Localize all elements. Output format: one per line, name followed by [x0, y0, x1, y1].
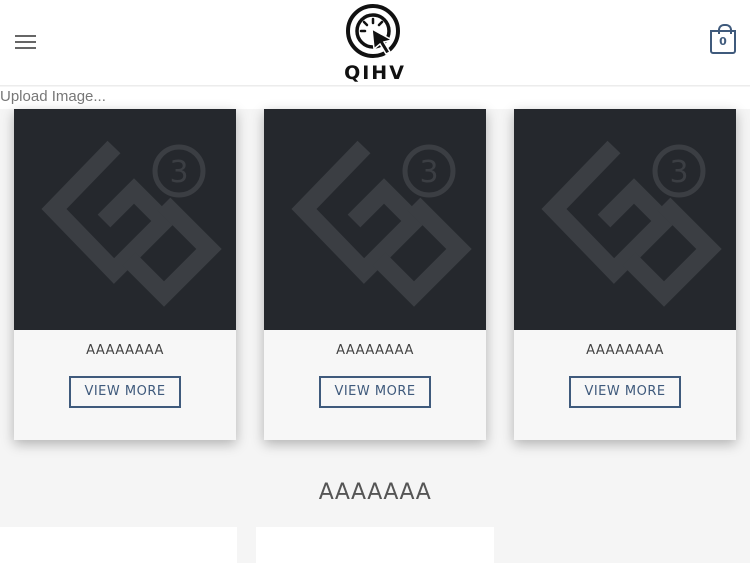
product-card: 3 AAAAAAAA VIEW MORE	[14, 109, 236, 440]
upload-image-label[interactable]: Upload Image...	[0, 87, 750, 109]
placeholder-logo-icon: 3	[541, 140, 722, 307]
placeholder-logo-icon: 3	[291, 140, 472, 307]
product-card: 3 AAAAAAAA VIEW MORE	[514, 109, 736, 440]
site-logo[interactable]: QIHV	[335, 2, 415, 84]
cart-button[interactable]: 0	[710, 24, 736, 54]
product-placeholder-image: 3	[264, 109, 486, 330]
logo-text: QIHV	[344, 62, 406, 84]
view-more-button[interactable]: VIEW MORE	[319, 376, 431, 408]
placeholder-logo-icon: 3	[41, 140, 222, 307]
menu-icon[interactable]	[15, 35, 36, 49]
view-more-button[interactable]: VIEW MORE	[69, 376, 181, 408]
product-placeholder-image: 3	[514, 109, 736, 330]
view-more-button[interactable]: VIEW MORE	[569, 376, 681, 408]
product-card: 3 AAAAAAAA VIEW MORE	[264, 109, 486, 440]
product-title: AAAAAAAA	[86, 343, 164, 358]
site-header: QIHV 0	[0, 0, 750, 86]
product-title: AAAAAAAA	[586, 343, 664, 358]
svg-text:3: 3	[169, 155, 188, 190]
product-title: AAAAAAAA	[336, 343, 414, 358]
logo-mark-icon	[346, 4, 400, 58]
product-placeholder-image: 3	[14, 109, 236, 330]
section-title: AAAAAAA	[318, 480, 432, 505]
svg-text:3: 3	[669, 155, 688, 190]
svg-text:3: 3	[419, 155, 438, 190]
bottom-card	[256, 527, 494, 563]
bottom-card	[0, 527, 237, 563]
cart-count: 0	[719, 35, 727, 48]
